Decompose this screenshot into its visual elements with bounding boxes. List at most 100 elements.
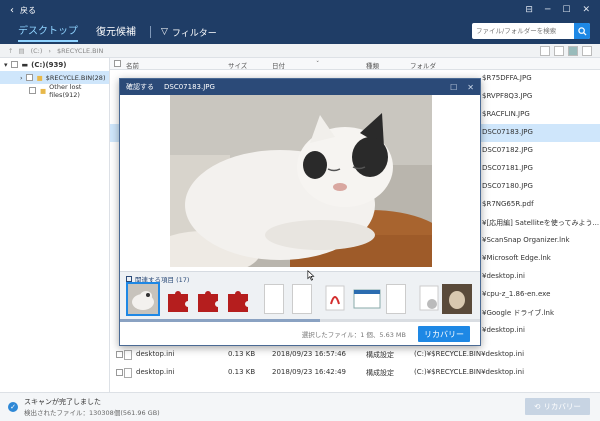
row-type: 構成設定 bbox=[366, 369, 394, 377]
tree-root-label: (C:)(939) bbox=[31, 60, 67, 69]
thumbnail-puzzle[interactable] bbox=[224, 284, 254, 314]
thumbnail-view-icon[interactable] bbox=[554, 46, 564, 56]
table-row[interactable]: desktop.ini 0.13 KB 2018/09/23 16:42:49 … bbox=[110, 364, 600, 382]
expand-chevron-icon[interactable]: ▾ bbox=[4, 61, 8, 69]
search-input[interactable] bbox=[472, 24, 572, 38]
row-folder: DSC07182.JPG bbox=[482, 146, 533, 154]
tree-checkbox[interactable] bbox=[10, 61, 18, 68]
drive-icon: ▬ bbox=[21, 60, 29, 69]
table-header: 名前 サイズ 日付 ˇ 種類 フォルダ bbox=[110, 58, 600, 70]
row-folder: $RACFLIN.JPG bbox=[482, 110, 530, 118]
row-folder: (C:)¥$RECYCLE.BIN¥desktop.ini bbox=[414, 368, 525, 376]
image-preview bbox=[120, 95, 480, 271]
recover-button[interactable]: リカバリー bbox=[418, 326, 470, 342]
back-button[interactable]: ‹ 戻る bbox=[0, 5, 36, 16]
search-box bbox=[472, 23, 590, 39]
minimize-icon[interactable]: ─ bbox=[545, 5, 550, 15]
tree-checkbox[interactable] bbox=[25, 74, 33, 81]
tree-item-label: $RECYCLE.BIN(28) bbox=[45, 73, 106, 82]
folder-icon: ■ bbox=[36, 73, 43, 82]
close-icon[interactable]: ✕ bbox=[582, 5, 590, 15]
table-row[interactable]: desktop.ini 0.13 KB 2018/09/23 16:57:46 … bbox=[110, 346, 600, 364]
up-arrow-icon[interactable]: ↑ bbox=[8, 47, 13, 55]
column-date[interactable]: 日付 bbox=[272, 60, 285, 70]
row-checkbox[interactable] bbox=[116, 369, 123, 376]
recover-label: リカバリー bbox=[543, 402, 581, 411]
tab-recovery-candidates[interactable]: 復元候補 bbox=[96, 23, 136, 41]
thumbnail-blank-document[interactable] bbox=[386, 284, 406, 314]
row-folder: ¥desktop.ini bbox=[482, 272, 525, 280]
list-view-icon[interactable] bbox=[568, 46, 578, 56]
row-folder: ¥ScanSnap Organizer.lnk bbox=[482, 236, 570, 244]
thumbnail-blank-document[interactable] bbox=[264, 284, 284, 314]
row-date: 2018/09/23 16:42:49 bbox=[272, 368, 347, 376]
dialog-footer: 選択したファイル：1 個、5.63 MB リカバリー bbox=[120, 322, 480, 346]
dialog-title: 確認する bbox=[126, 83, 154, 91]
preview-dialog: 確認する DSC07183.JPG ☐ ✕ 関連する項目 (17) 選択したファ… bbox=[119, 78, 481, 346]
menu-icon[interactable]: ⊟ bbox=[525, 5, 533, 15]
thumbnail-puzzle[interactable] bbox=[164, 284, 194, 314]
sort-chevron-icon: ˇ bbox=[316, 60, 320, 68]
detected-files-count: 検出されたファイル：130308個(561.96 GB) bbox=[24, 409, 160, 417]
tree-item-other-lost-files[interactable]: ■ Other lost files(912) bbox=[0, 82, 109, 99]
thumbnail-photo[interactable] bbox=[442, 284, 472, 314]
row-checkbox[interactable] bbox=[116, 351, 123, 358]
row-type: 構成設定 bbox=[366, 351, 394, 359]
row-folder: DSC07183.JPG bbox=[482, 128, 533, 136]
row-folder: DSC07181.JPG bbox=[482, 164, 533, 172]
maximize-icon[interactable]: ☐ bbox=[562, 5, 570, 15]
nav-bar: デスクトップ 復元候補 ▽ フィルター bbox=[0, 20, 600, 44]
detail-view-icon[interactable] bbox=[582, 46, 592, 56]
tab-desktop[interactable]: デスクトップ bbox=[18, 22, 78, 42]
breadcrumb-folder[interactable]: $RECYCLE.BIN bbox=[57, 47, 103, 55]
expand-chevron-icon[interactable]: › bbox=[20, 74, 23, 82]
recover-icon: ⟲ bbox=[534, 402, 541, 411]
maximize-icon[interactable]: ☐ bbox=[450, 83, 457, 92]
recover-button-main[interactable]: ⟲ リカバリー bbox=[525, 398, 590, 415]
column-folder[interactable]: フォルダ bbox=[410, 60, 436, 70]
folder-tree: ▾ ▬ (C:)(939) › ■ $RECYCLE.BIN(28) ■ Oth… bbox=[0, 58, 110, 392]
thumbnail-pdf[interactable] bbox=[320, 284, 350, 314]
preview-toggle-icon[interactable] bbox=[540, 46, 550, 56]
thumbnail-cat[interactable] bbox=[126, 282, 160, 316]
breadcrumb-drive[interactable]: (C:) bbox=[31, 47, 43, 55]
folder-icon: ■ bbox=[40, 86, 47, 95]
row-name: desktop.ini bbox=[136, 368, 175, 376]
thumbnail-blank-document[interactable] bbox=[292, 284, 312, 314]
chevron-left-icon: ‹ bbox=[10, 4, 14, 16]
drive-icon: ▤ bbox=[18, 46, 25, 55]
row-folder: (C:)¥$RECYCLE.BIN¥desktop.ini bbox=[414, 350, 525, 358]
related-label: 関連する項目 (17) bbox=[135, 276, 190, 284]
row-folder: $R7NG65R.pdf bbox=[482, 200, 534, 208]
select-all-checkbox[interactable] bbox=[114, 60, 121, 67]
column-size[interactable]: サイズ bbox=[228, 60, 247, 70]
filter-button[interactable]: ▽ フィルター bbox=[161, 26, 217, 39]
column-type[interactable]: 種類 bbox=[366, 60, 379, 70]
breadcrumb-separator: › bbox=[48, 46, 52, 55]
dialog-header: 確認する DSC07183.JPG ☐ ✕ bbox=[120, 79, 480, 95]
search-button[interactable] bbox=[574, 23, 590, 39]
row-folder: ¥Microsoft Edge.lnk bbox=[482, 254, 551, 262]
status-bar: ✓ スキャンが完了しました 検出されたファイル：130308個(561.96 G… bbox=[0, 392, 600, 421]
thumbnail-gear-document[interactable] bbox=[414, 284, 444, 314]
selected-files-summary: 選択したファイル：1 個、5.63 MB bbox=[301, 331, 406, 339]
thumbnail-window[interactable] bbox=[352, 284, 382, 314]
filter-icon: ▽ bbox=[161, 27, 168, 37]
row-folder: ¥Google ドライブ.lnk bbox=[482, 309, 555, 317]
search-icon bbox=[577, 26, 587, 36]
breadcrumb: ↑ ▤ (C:) › $RECYCLE.BIN bbox=[0, 44, 600, 58]
cat-photo bbox=[170, 95, 432, 267]
row-folder: ¥cpu-z_1.86-en.exe bbox=[482, 290, 551, 298]
tree-item-label: Other lost files(912) bbox=[49, 82, 82, 99]
row-folder: $R75DFFA.JPG bbox=[482, 74, 532, 82]
related-items-strip: 関連する項目 (17) bbox=[120, 271, 480, 319]
title-bar: ‹ 戻る ⊟ ─ ☐ ✕ bbox=[0, 0, 600, 20]
file-icon bbox=[124, 350, 132, 360]
check-icon: ✓ bbox=[8, 402, 18, 412]
thumbnail-puzzle[interactable] bbox=[194, 284, 224, 314]
close-icon[interactable]: ✕ bbox=[467, 83, 474, 92]
related-checkbox[interactable] bbox=[126, 276, 132, 282]
column-name[interactable]: 名前 bbox=[126, 60, 139, 70]
tree-checkbox[interactable] bbox=[29, 87, 36, 94]
tree-root[interactable]: ▾ ▬ (C:)(939) bbox=[0, 58, 109, 71]
